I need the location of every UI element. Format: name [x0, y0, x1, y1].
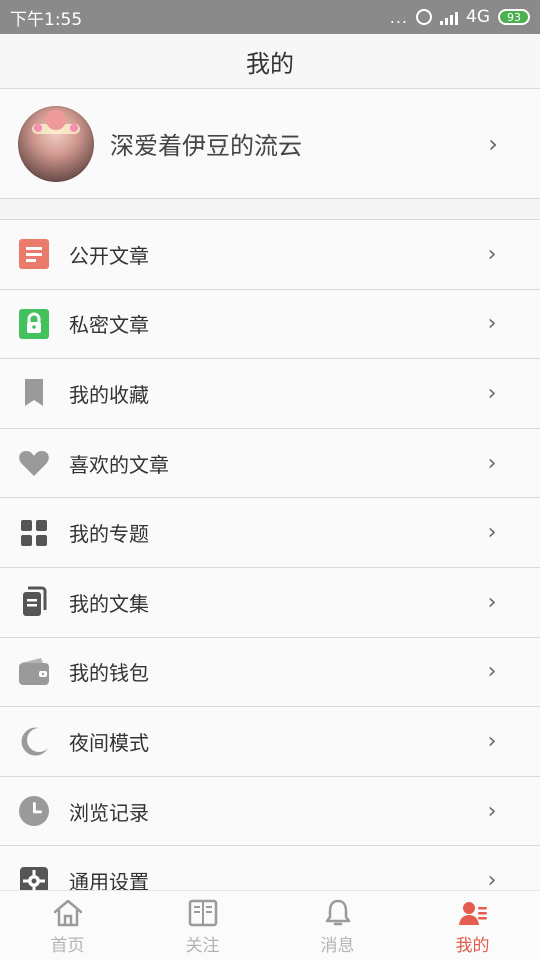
menu-item-private-articles[interactable]: 私密文章 ›: [0, 290, 540, 360]
menu-item-history[interactable]: 浏览记录 ›: [0, 777, 540, 847]
bookmark-icon: [17, 376, 51, 410]
profile-icon: [456, 898, 490, 928]
gear-icon: [17, 864, 51, 890]
network-type: 4G: [466, 7, 490, 27]
chevron-right-icon: ›: [487, 380, 497, 406]
menu-item-label: 通用设置: [69, 870, 149, 890]
status-right: ... 4G 93: [390, 7, 530, 27]
private-article-icon: [17, 307, 51, 341]
grid-icon: [17, 516, 51, 550]
menu-item-bookmarks[interactable]: 我的收藏 ›: [0, 359, 540, 429]
menu-item-label: 我的钱包: [69, 661, 149, 686]
bell-icon: [321, 898, 355, 928]
menu-item-topics[interactable]: 我的专题 ›: [0, 498, 540, 568]
menu-item-label: 我的专题: [69, 522, 149, 547]
nav-label: 关注: [185, 935, 220, 956]
signal-icon: [440, 9, 458, 25]
moon-icon: [17, 724, 51, 758]
public-article-icon: [17, 237, 51, 271]
menu-list: 公开文章 › 私密文章 › 我的收藏 › 喜欢的文章 › 我的专题 › 我的文集…: [0, 219, 540, 890]
menu-item-label: 夜间模式: [69, 730, 149, 755]
bottom-navigation: 首页 关注 消息 我的: [0, 890, 540, 960]
chevron-right-icon: ›: [487, 520, 497, 546]
profile-name: 深爱着伊豆的流云: [110, 132, 302, 160]
chevron-right-icon: ›: [487, 728, 497, 754]
collection-icon: [17, 585, 51, 619]
menu-item-wallet[interactable]: 我的钱包 ›: [0, 638, 540, 708]
profile-card[interactable]: 深爱着伊豆的流云 ›: [0, 89, 540, 199]
menu-item-label: 我的收藏: [69, 382, 149, 407]
menu-item-public-articles[interactable]: 公开文章 ›: [0, 220, 540, 290]
alarm-icon: [416, 9, 432, 25]
chevron-right-icon: ›: [487, 589, 497, 615]
menu-item-collections[interactable]: 我的文集 ›: [0, 568, 540, 638]
clock-icon: [17, 794, 51, 828]
avatar[interactable]: [18, 105, 94, 182]
chevron-right-icon: ›: [487, 311, 497, 337]
nav-item-messages[interactable]: 消息: [270, 891, 405, 960]
chevron-right-icon: ›: [487, 798, 497, 824]
chevron-right-icon: ›: [487, 868, 497, 890]
menu-item-label: 私密文章: [69, 313, 149, 338]
menu-item-label: 浏览记录: [69, 800, 149, 825]
nav-item-follow[interactable]: 关注: [135, 891, 270, 960]
menu-item-night-mode[interactable]: 夜间模式 ›: [0, 707, 540, 777]
chevron-right-icon: ›: [487, 659, 497, 685]
nav-label: 首页: [50, 935, 85, 956]
book-icon: [186, 898, 220, 928]
status-dots: ...: [389, 7, 408, 27]
nav-label: 我的: [455, 935, 490, 956]
menu-item-liked-articles[interactable]: 喜欢的文章 ›: [0, 429, 540, 499]
battery-level: 93: [507, 10, 521, 24]
menu-item-settings[interactable]: 通用设置 ›: [0, 846, 540, 890]
page-header: 我的: [0, 34, 540, 89]
heart-icon: [17, 446, 51, 480]
home-icon: [51, 898, 85, 928]
nav-item-home[interactable]: 首页: [0, 891, 135, 960]
menu-item-label: 喜欢的文章: [69, 452, 169, 477]
menu-item-label: 公开文章: [69, 243, 149, 268]
status-bar: 下午1:55 ... 4G 93: [0, 0, 540, 34]
nav-item-profile[interactable]: 我的: [405, 891, 540, 960]
chevron-right-icon: ›: [487, 450, 497, 476]
menu-item-label: 我的文集: [69, 591, 149, 616]
chevron-right-icon: ›: [487, 241, 497, 267]
status-time: 下午1:55: [10, 9, 83, 30]
wallet-icon: [17, 655, 51, 689]
page-title: 我的: [246, 49, 294, 78]
chevron-right-icon: ›: [488, 129, 498, 158]
nav-label: 消息: [320, 935, 355, 956]
battery-indicator: 93: [498, 9, 530, 25]
